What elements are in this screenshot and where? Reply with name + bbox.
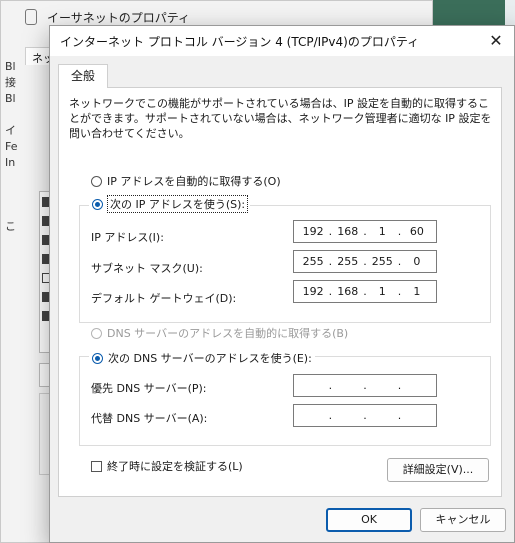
dialog-titlebar: インターネット プロトコル バージョン 4 (TCP/IPv4)のプロパティ: [50, 26, 514, 56]
dns-manual-radio[interactable]: 次の DNS サーバーのアドレスを使う(E):: [89, 350, 315, 366]
alternate-dns-field[interactable]: . . .: [293, 404, 437, 427]
checkbox-icon: [91, 460, 102, 472]
ipv4-properties-dialog: インターネット プロトコル バージョン 4 (TCP/IPv4)のプロパティ ✕…: [49, 25, 515, 543]
tab-general[interactable]: 全般: [58, 64, 108, 88]
radio-on-icon: [92, 352, 103, 364]
dialog-title: インターネット プロトコル バージョン 4 (TCP/IPv4)のプロパティ: [60, 34, 420, 49]
ethernet-properties-title: イーサネットのプロパティ: [47, 10, 191, 25]
subnet-label: サブネット マスク(U):: [91, 262, 203, 275]
dns-group: [79, 356, 491, 446]
description-text: ネットワークでこの機能がサポートされている場合は、IP 設定を自動的に取得するこ…: [69, 97, 492, 140]
ip-manual-radio[interactable]: 次の IP アドレスを使う(S):: [89, 195, 251, 213]
close-button[interactable]: ✕: [484, 30, 508, 52]
ip-address-field[interactable]: 192. 168. 1. 60: [293, 220, 437, 243]
ip-auto-radio[interactable]: IP アドレスを自動的に取得する(O): [91, 173, 281, 189]
gateway-field[interactable]: 192. 168. 1. 1: [293, 280, 437, 303]
radio-off-icon: [91, 327, 102, 339]
preferred-dns-row: 優先 DNS サーバー(P):: [91, 380, 207, 396]
gateway-label: デフォルト ゲートウェイ(D):: [91, 292, 237, 305]
ip-address-label: IP アドレス(I):: [91, 231, 164, 244]
network-adapter-icon: [25, 9, 37, 25]
radio-on-icon: [92, 198, 103, 210]
alternate-dns-label: 代替 DNS サーバー(A):: [91, 412, 208, 425]
dns-auto-radio[interactable]: DNS サーバーのアドレスを自動的に取得する(B): [91, 325, 348, 341]
ethernet-properties-partial-text: Bl 接 Bl イ Fe In こ: [5, 60, 18, 233]
radio-off-icon: [91, 175, 102, 187]
ok-button[interactable]: OK: [326, 508, 412, 532]
ip-address-row: IP アドレス(I):: [91, 229, 164, 245]
dns-auto-label: DNS サーバーのアドレスを自動的に取得する(B): [107, 327, 349, 340]
preferred-dns-field[interactable]: . . .: [293, 374, 437, 397]
validate-label: 終了時に設定を検証する(L): [107, 460, 243, 473]
preferred-dns-label: 優先 DNS サーバー(P):: [91, 382, 207, 395]
ip-auto-label: IP アドレスを自動的に取得する(O): [107, 175, 281, 188]
subnet-mask-field[interactable]: 255. 255. 255. 0: [293, 250, 437, 273]
general-tab-panel: ネットワークでこの機能がサポートされている場合は、IP 設定を自動的に取得するこ…: [58, 87, 502, 497]
advanced-button[interactable]: 詳細設定(V)...: [387, 458, 489, 482]
dns-manual-label: 次の DNS サーバーのアドレスを使う(E):: [108, 352, 312, 365]
cancel-button[interactable]: キャンセル: [420, 508, 506, 532]
alternate-dns-row: 代替 DNS サーバー(A):: [91, 410, 207, 426]
subnet-row: サブネット マスク(U):: [91, 260, 203, 276]
validate-on-exit-checkbox[interactable]: 終了時に設定を検証する(L): [91, 458, 243, 474]
gateway-row: デフォルト ゲートウェイ(D):: [91, 290, 236, 306]
ip-manual-label: 次の IP アドレスを使う(S):: [106, 195, 249, 213]
close-icon: ✕: [489, 31, 503, 50]
